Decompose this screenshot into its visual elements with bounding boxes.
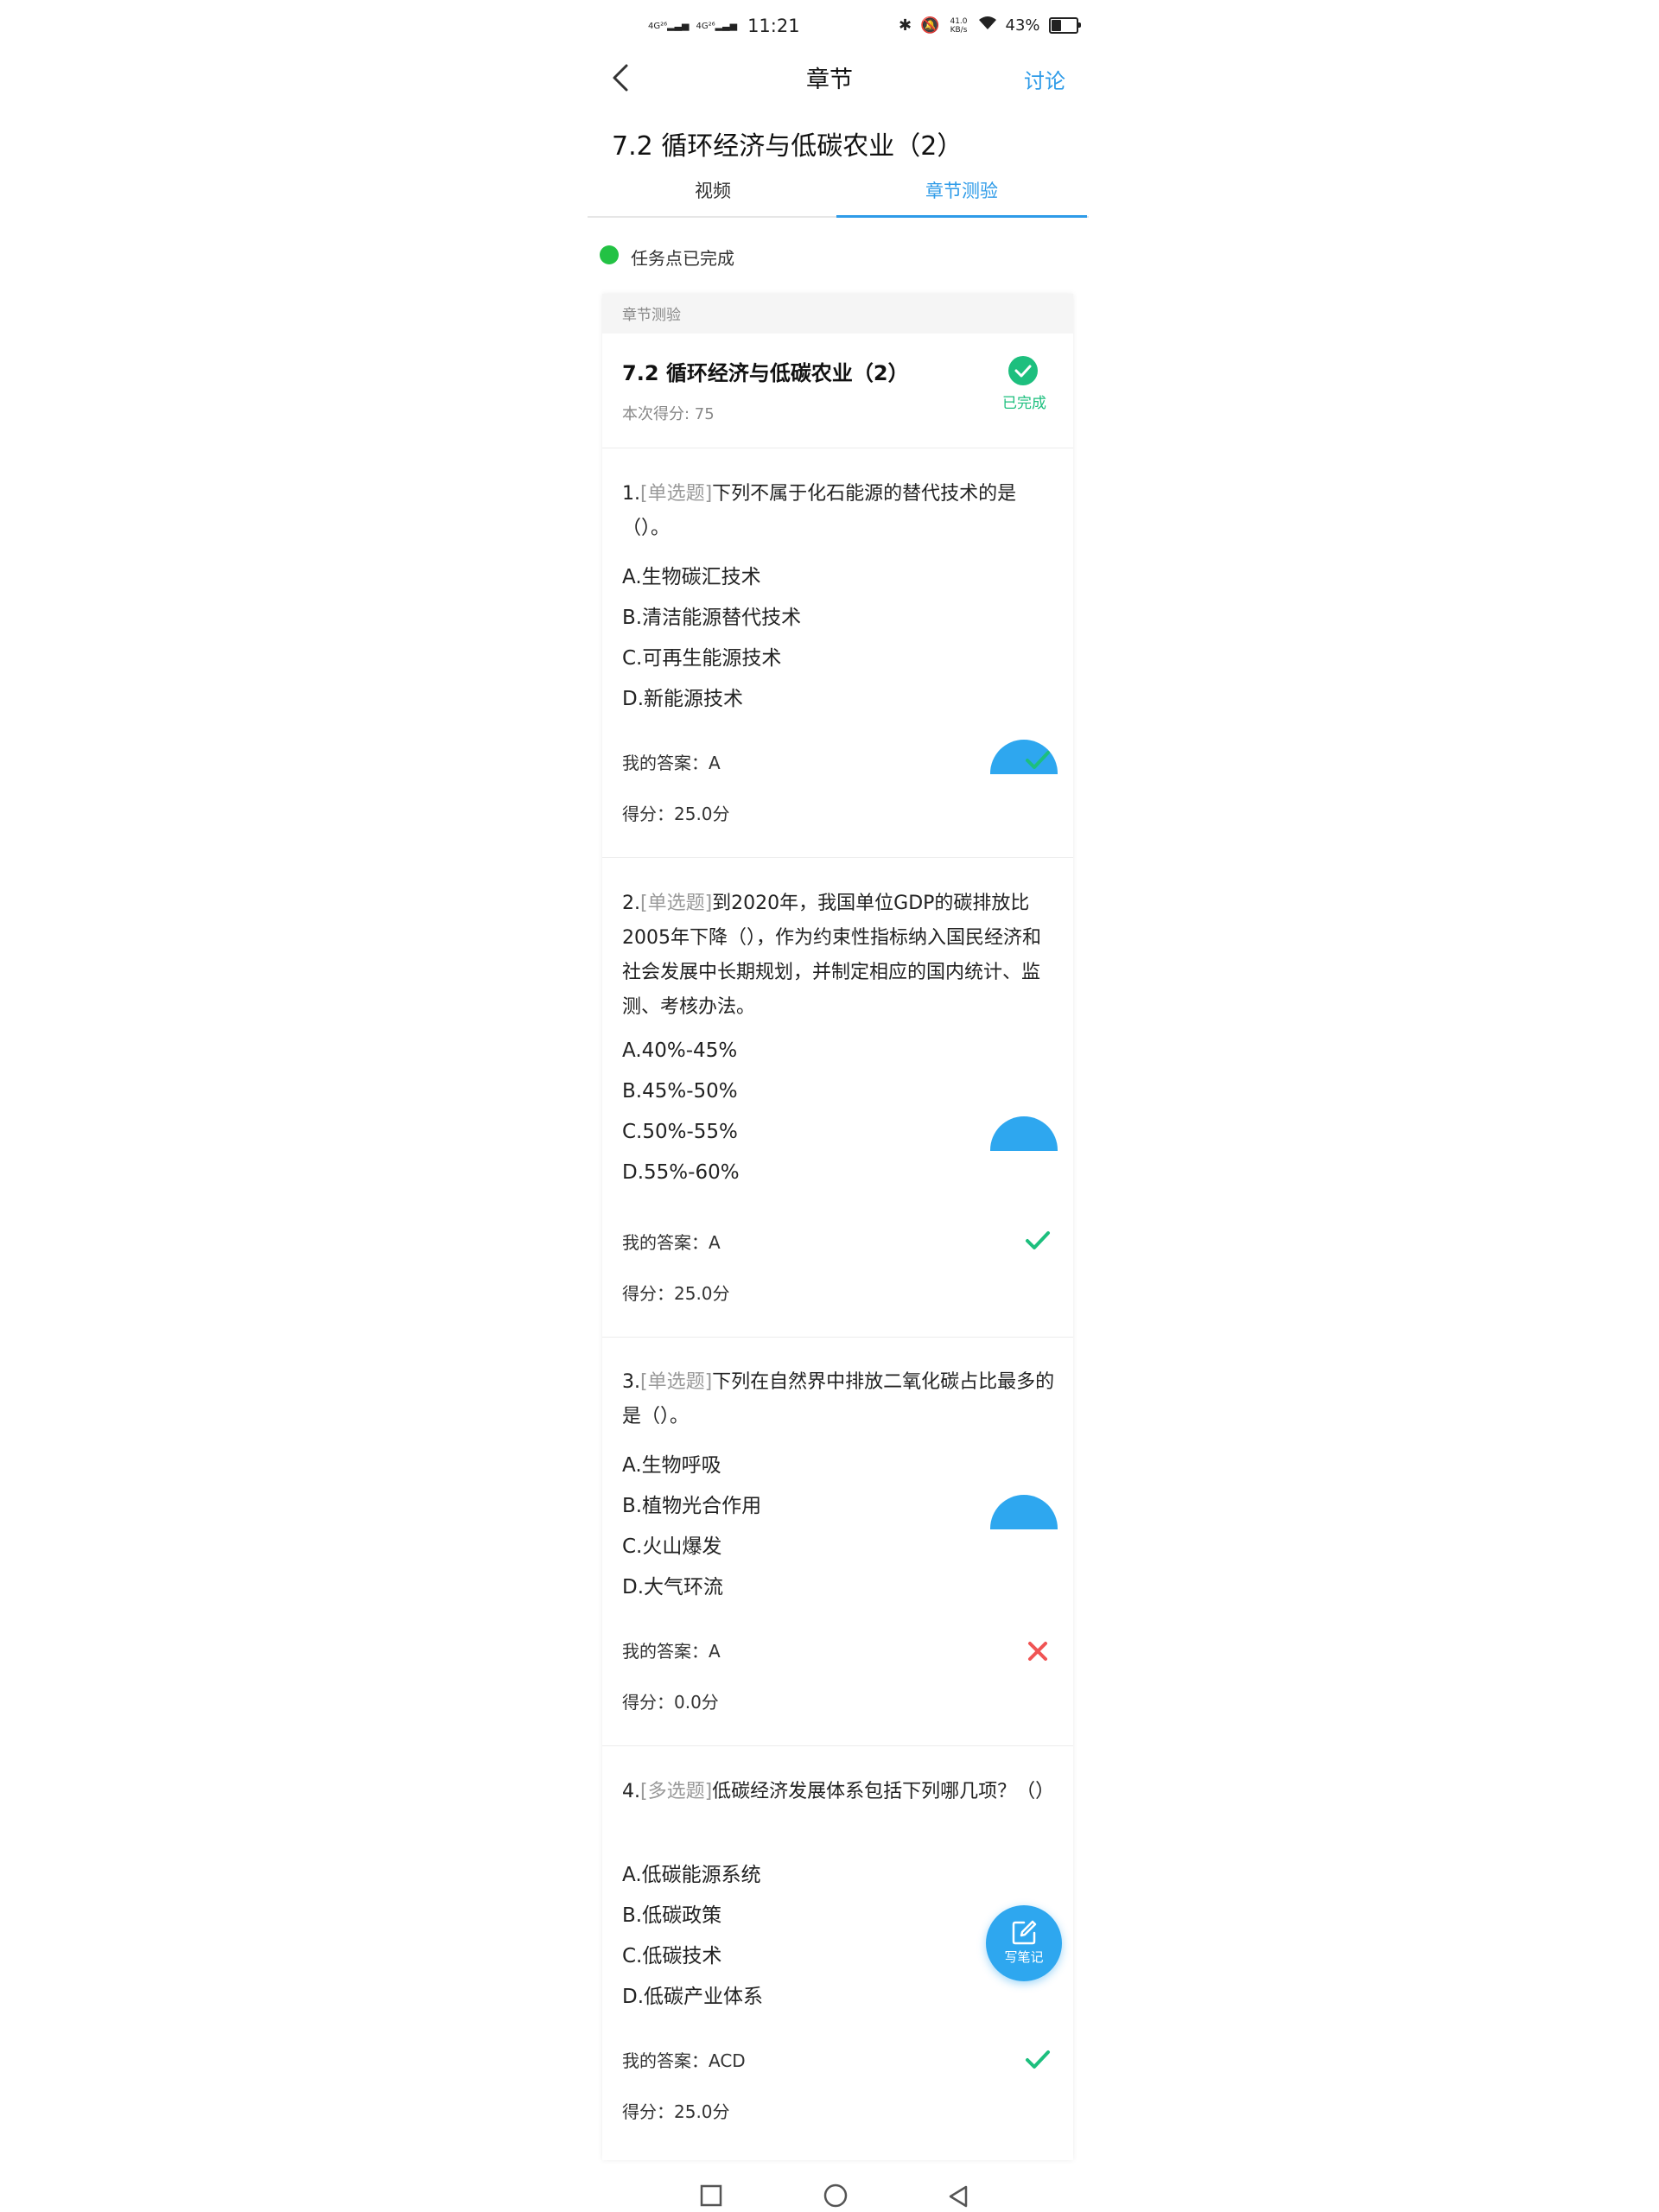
option-c: C.低碳技术 — [622, 1945, 722, 1967]
question-score: 得分：0.0分 — [622, 1692, 719, 1713]
option-d: D.大气环流 — [622, 1576, 724, 1599]
quiz-section-label: 章节测验 — [622, 307, 681, 324]
bluetooth-icon: ✱ — [899, 16, 912, 35]
status-bar-left: 4G²⁶▂▃▅ 4G²⁶▂▃▅ 11:21 — [648, 16, 800, 36]
question-text: 4.[多选题]低碳经济发展体系包括下列哪几项？（） — [622, 1781, 1055, 1802]
my-answer: 我的答案：A — [622, 753, 721, 773]
my-answer: 我的答案：A — [622, 1641, 721, 1662]
wifi-icon — [978, 16, 997, 35]
recent-apps-icon[interactable] — [700, 2184, 722, 2210]
my-answer: 我的答案：A — [622, 1232, 721, 1253]
signal-icon: 4G²⁶▂▃▅ — [648, 20, 690, 31]
mute-icon: 🔕 — [920, 16, 940, 35]
tab-chapter-test[interactable]: 章节测验 — [836, 177, 1087, 203]
option-c: C.火山爆发 — [622, 1535, 722, 1558]
divider — [602, 1745, 1073, 1746]
write-note-label: 写笔记 — [1004, 1949, 1044, 1965]
check-circle-icon — [1008, 356, 1038, 385]
option-d: D.新能源技术 — [622, 688, 744, 710]
status-bar-right: ✱ 🔕 41.0 KB/s 43% — [899, 16, 1081, 35]
back-nav-icon[interactable] — [947, 2184, 969, 2212]
tab-active-indicator — [836, 215, 1087, 218]
option-a: A.生物呼吸 — [622, 1454, 721, 1477]
question-score: 得分：25.0分 — [622, 1283, 730, 1304]
note-fab-clipped — [990, 1495, 1058, 1529]
option-b: B.植物光合作用 — [622, 1495, 762, 1517]
check-icon — [1022, 745, 1053, 776]
question-text: 1.[单选题]下列不属于化石能源的替代技术的是（）。 — [622, 483, 1017, 539]
quiz-title: 7.2 循环经济与低碳农业（2） — [622, 361, 909, 385]
option-b: B.清洁能源替代技术 — [622, 607, 802, 629]
question-text: 2.[单选题]到2020年，我国单位GDP的碳排放比2005年下降（），作为约束… — [622, 893, 1041, 1018]
note-fab-clipped — [990, 1116, 1058, 1151]
question-text: 3.[单选题]下列在自然界中排放二氧化碳占比最多的是（）。 — [622, 1371, 1055, 1427]
divider — [602, 857, 1073, 858]
option-c: C.50%-55% — [622, 1121, 738, 1143]
task-status-text: 任务点已完成 — [631, 248, 734, 269]
option-a: A.低碳能源系统 — [622, 1864, 761, 1886]
tab-video[interactable]: 视频 — [588, 177, 838, 203]
battery-icon — [1048, 17, 1081, 34]
my-answer: 我的答案：ACD — [622, 2050, 746, 2071]
question-score: 得分：25.0分 — [622, 804, 730, 824]
option-a: A.40%-45% — [622, 1039, 738, 1062]
network-speed: 41.0 KB/s — [950, 16, 968, 35]
status-time: 11:21 — [747, 16, 800, 36]
quiz-score: 本次得分: 75 — [622, 405, 715, 423]
battery-percent: 43% — [1005, 16, 1040, 35]
option-b: B.低碳政策 — [622, 1904, 722, 1927]
quiz-status: 已完成 — [1002, 395, 1046, 412]
option-d: D.55%-60% — [622, 1161, 740, 1184]
check-icon — [1022, 1225, 1053, 1256]
chapter-title: 7.2 循环经济与低碳农业（2） — [612, 131, 963, 162]
option-c: C.可再生能源技术 — [622, 647, 782, 670]
discuss-button[interactable]: 讨论 — [1024, 64, 1065, 94]
divider — [602, 1337, 1073, 1338]
check-icon — [1022, 2044, 1053, 2075]
edit-icon — [1012, 1920, 1037, 1945]
option-d: D.低碳产业体系 — [622, 1986, 764, 2008]
cross-icon — [1022, 1636, 1053, 1667]
option-a: A.生物碳汇技术 — [622, 566, 761, 588]
home-icon[interactable] — [823, 2183, 849, 2212]
task-complete-dot — [600, 245, 619, 264]
signal-icon-2: 4G²⁶▂▃▅ — [696, 20, 738, 31]
option-b: B.45%-50% — [622, 1080, 738, 1103]
page-title: 章节 — [806, 67, 853, 93]
write-note-button[interactable] — [986, 1905, 1062, 1981]
question-score: 得分：25.0分 — [622, 2101, 730, 2122]
